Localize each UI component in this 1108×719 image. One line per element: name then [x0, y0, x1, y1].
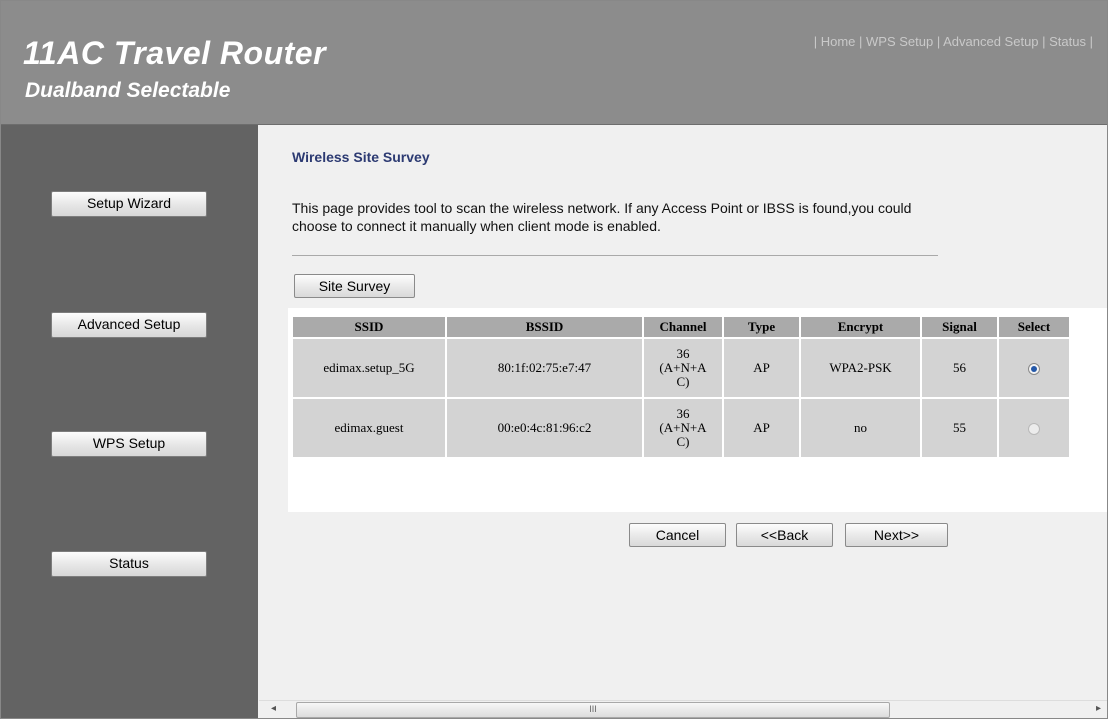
- column-header-encrypt: Encrypt: [801, 317, 920, 337]
- scrollbar-thumb[interactable]: III: [296, 702, 890, 718]
- advanced-setup-button[interactable]: Advanced Setup: [51, 312, 207, 338]
- channel-mode: (A+N+A: [659, 420, 707, 435]
- nav-advanced-setup-link[interactable]: Advanced Setup: [943, 34, 1038, 49]
- table-row: edimax.guest 00:e0:4c:81:96:c2 36 (A+N+A…: [293, 399, 1069, 457]
- survey-table-panel: SSID BSSID Channel Type Encrypt Signal S…: [288, 308, 1107, 512]
- nav-status-link[interactable]: Status: [1049, 34, 1086, 49]
- cancel-button[interactable]: Cancel: [629, 523, 726, 547]
- scroll-right-icon[interactable]: ▸: [1096, 703, 1101, 714]
- page-title: Wireless Site Survey: [292, 149, 430, 165]
- nav-home-link[interactable]: Home: [821, 34, 856, 49]
- setup-wizard-button[interactable]: Setup Wizard: [51, 191, 207, 217]
- cell-channel: 36 (A+N+A C): [644, 399, 722, 457]
- cell-type: AP: [724, 399, 799, 457]
- column-header-signal: Signal: [922, 317, 997, 337]
- table-row: edimax.setup_5G 80:1f:02:75:e7:47 36 (A+…: [293, 339, 1069, 397]
- wps-setup-button[interactable]: WPS Setup: [51, 431, 207, 457]
- nav-wps-setup-link[interactable]: WPS Setup: [866, 34, 933, 49]
- router-window: 11AC Travel Router Dualband Selectable |…: [0, 0, 1108, 719]
- main-content: Wireless Site Survey This page provides …: [259, 125, 1107, 718]
- channel-mode-cont: C): [676, 434, 690, 449]
- channel-mode-cont: C): [676, 374, 690, 389]
- header-banner: 11AC Travel Router Dualband Selectable |…: [1, 1, 1107, 125]
- cell-bssid: 00:e0:4c:81:96:c2: [447, 399, 642, 457]
- cell-encrypt: WPA2-PSK: [801, 339, 920, 397]
- column-header-bssid: BSSID: [447, 317, 642, 337]
- survey-table: SSID BSSID Channel Type Encrypt Signal S…: [291, 315, 1071, 459]
- column-header-channel: Channel: [644, 317, 722, 337]
- cell-ssid: edimax.guest: [293, 399, 445, 457]
- cell-bssid: 80:1f:02:75:e7:47: [447, 339, 642, 397]
- table-header-row: SSID BSSID Channel Type Encrypt Signal S…: [293, 317, 1069, 337]
- grip-icon: III: [589, 704, 597, 714]
- select-radio-edimax-guest[interactable]: [1028, 423, 1040, 435]
- site-survey-button[interactable]: Site Survey: [294, 274, 415, 298]
- column-header-type: Type: [724, 317, 799, 337]
- column-header-ssid: SSID: [293, 317, 445, 337]
- select-radio-edimax-setup-5g[interactable]: [1028, 363, 1040, 375]
- product-subtitle: Dualband Selectable: [25, 79, 231, 102]
- product-title: 11AC Travel Router: [23, 35, 327, 71]
- cell-type: AP: [724, 339, 799, 397]
- divider: [292, 255, 938, 256]
- page-description: This page provides tool to scan the wire…: [292, 200, 912, 234]
- channel-mode: (A+N+A: [659, 360, 707, 375]
- cell-select: [999, 339, 1069, 397]
- cell-ssid: edimax.setup_5G: [293, 339, 445, 397]
- sidebar: Setup Wizard Advanced Setup WPS Setup St…: [1, 125, 258, 718]
- back-button[interactable]: <<Back: [736, 523, 833, 547]
- cell-encrypt: no: [801, 399, 920, 457]
- next-button[interactable]: Next>>: [845, 523, 948, 547]
- status-button[interactable]: Status: [51, 551, 207, 577]
- cell-channel: 36 (A+N+A C): [644, 339, 722, 397]
- cell-signal: 56: [922, 339, 997, 397]
- cell-signal: 55: [922, 399, 997, 457]
- horizontal-scrollbar[interactable]: ◂ III ▸: [259, 700, 1107, 718]
- scroll-left-icon[interactable]: ◂: [271, 703, 276, 714]
- cell-select: [999, 399, 1069, 457]
- channel-number: 36: [676, 406, 690, 421]
- top-navigation: | Home | WPS Setup | Advanced Setup | St…: [813, 34, 1093, 49]
- channel-number: 36: [676, 346, 690, 361]
- column-header-select: Select: [999, 317, 1069, 337]
